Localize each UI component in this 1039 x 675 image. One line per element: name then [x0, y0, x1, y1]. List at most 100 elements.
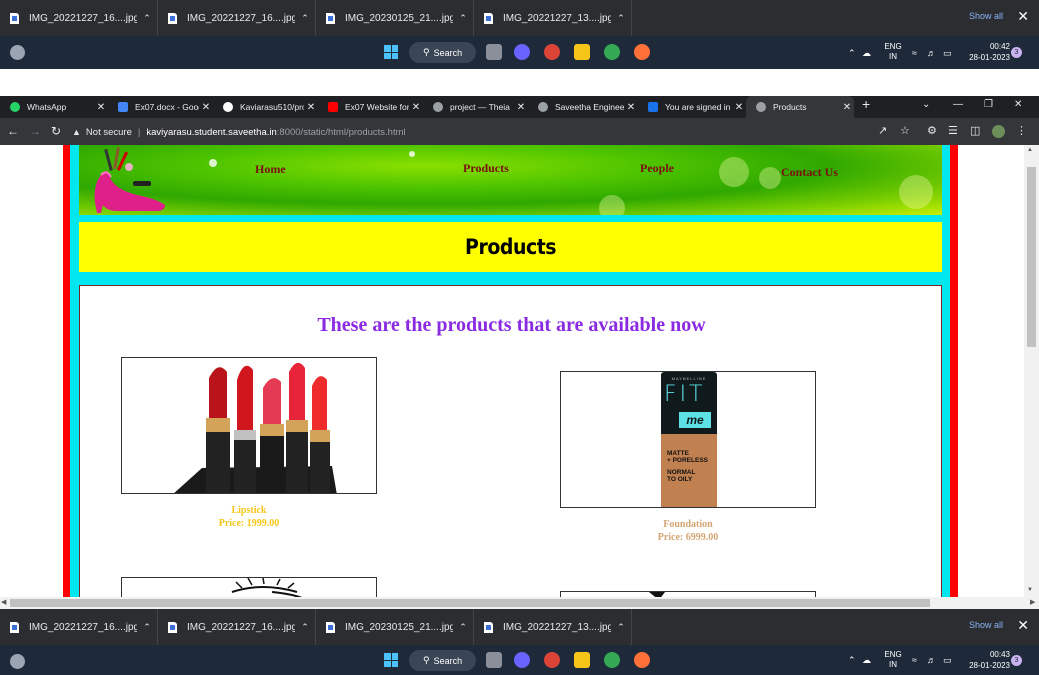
new-tab-button[interactable]: +	[862, 96, 870, 112]
show-all-button[interactable]: Show all	[969, 11, 1003, 21]
horizontal-scrollbar[interactable]: ◀ ▶	[0, 597, 1039, 609]
battery-icon[interactable]: ▭	[943, 48, 952, 59]
download-item[interactable]: IMG_20230125_21....jpg ⌃	[316, 0, 474, 36]
nav-contact-us[interactable]: Contact Us	[781, 165, 838, 180]
scroll-right-icon[interactable]: ▶	[1030, 598, 1035, 606]
tab-theia[interactable]: project — Theia ✕	[423, 96, 528, 118]
star-icon[interactable]: ☆	[900, 124, 910, 137]
chevron-down-icon[interactable]: ⌄	[922, 99, 930, 110]
back-icon[interactable]: ←	[7, 124, 19, 138]
eyelash-image[interactable]	[121, 577, 377, 597]
close-icon[interactable]: ✕	[514, 102, 528, 113]
side-panel-icon[interactable]: ◫	[970, 124, 980, 137]
tab-signed-in[interactable]: You are signed in ✕	[638, 96, 746, 118]
chevron-up-icon[interactable]: ⌃	[137, 13, 157, 24]
tab-whatsapp[interactable]: WhatsApp ✕	[0, 96, 108, 118]
warning-icon[interactable]: ▲	[72, 127, 81, 137]
close-icon[interactable]: ✕	[840, 102, 854, 113]
profile-avatar[interactable]	[992, 125, 1005, 138]
extensions-icon[interactable]: ⚙	[927, 124, 937, 137]
chrome-icon[interactable]	[604, 44, 620, 60]
windows-start-icon[interactable]	[384, 653, 398, 667]
reload-icon[interactable]: ↻	[51, 124, 61, 138]
download-item[interactable]: IMG_20221227_13....jpg ⌃	[474, 0, 632, 36]
foundation-image[interactable]: MAYBELLINE FIT me MATTE + PORELESS NORMAL…	[560, 371, 816, 508]
chrome-icon[interactable]	[544, 44, 560, 60]
download-item[interactable]: IMG_20221227_16....jpg ⌃	[0, 609, 158, 645]
chevron-up-icon[interactable]: ⌃	[295, 622, 315, 633]
horizontal-scroll-thumb[interactable]	[10, 599, 930, 607]
media-control-icon[interactable]: ☰	[948, 124, 958, 137]
nav-people[interactable]: People	[640, 161, 674, 176]
close-icon[interactable]: ✕	[732, 102, 746, 113]
firefox-icon[interactable]	[634, 44, 650, 60]
wifi-icon[interactable]: ≈	[912, 655, 917, 665]
taskbar-search[interactable]: ⚲ Search	[409, 650, 476, 671]
chevron-up-icon[interactable]: ⌃	[137, 622, 157, 633]
scroll-down-icon[interactable]: ▼	[1027, 587, 1033, 593]
download-item[interactable]: IMG_20230125_21....jpg ⌃	[316, 609, 474, 645]
battery-icon[interactable]: ▭	[943, 655, 952, 666]
chrome-icon[interactable]	[544, 652, 560, 668]
address-bar[interactable]: ▲ Not secure | kaviyarasu.student.saveet…	[72, 123, 912, 141]
not-secure-label[interactable]: Not secure	[86, 127, 132, 138]
download-item[interactable]: IMG_20221227_16....jpg ⌃	[0, 0, 158, 36]
firefox-icon[interactable]	[634, 652, 650, 668]
language-indicator[interactable]: ENG IN	[882, 650, 904, 670]
close-icon[interactable]: ✕	[199, 102, 213, 113]
chevron-up-icon[interactable]: ⌃	[453, 13, 473, 24]
minimize-button[interactable]: —	[953, 99, 963, 110]
clock[interactable]: 00:43 28-01-2023	[960, 649, 1010, 671]
notification-badge[interactable]: 3	[1011, 47, 1022, 58]
cloud-icon[interactable]: ☁	[862, 655, 871, 666]
chevron-up-icon[interactable]: ⌃	[848, 48, 856, 59]
notification-badge[interactable]: 3	[1011, 655, 1022, 666]
close-icon[interactable]: ✕	[304, 102, 318, 113]
chrome-icon[interactable]	[604, 652, 620, 668]
menu-icon[interactable]: ⋮	[1016, 124, 1027, 137]
scroll-up-icon[interactable]: ▲	[1027, 147, 1033, 153]
task-view-icon[interactable]	[486, 652, 502, 668]
url-host[interactable]: kaviyarasu.student.saveetha.in	[146, 127, 276, 138]
nav-products[interactable]: Products	[463, 161, 509, 176]
restore-button[interactable]: ❐	[984, 99, 993, 110]
url-path[interactable]: :8000/static/html/products.html	[277, 127, 406, 138]
tab-ex07-docx[interactable]: Ex07.docx - Goog ✕	[108, 96, 213, 118]
file-explorer-icon[interactable]	[574, 652, 590, 668]
chevron-up-icon[interactable]: ⌃	[848, 655, 856, 666]
weather-icon[interactable]	[10, 654, 25, 669]
vertical-scroll-thumb[interactable]	[1027, 167, 1036, 347]
scroll-left-icon[interactable]: ◀	[1, 598, 6, 606]
clock[interactable]: 00:42 28-01-2023	[960, 41, 1010, 63]
chevron-up-icon[interactable]: ⌃	[611, 622, 631, 633]
tab-youtube[interactable]: Ex07 Website for ✕	[318, 96, 423, 118]
download-item[interactable]: IMG_20221227_16....jpg ⌃	[158, 609, 316, 645]
close-icon[interactable]: ✕	[1017, 617, 1029, 634]
cloud-icon[interactable]: ☁	[862, 48, 871, 59]
download-item[interactable]: IMG_20221227_13....jpg ⌃	[474, 609, 632, 645]
tab-github[interactable]: Kaviarasu510/pro ✕	[213, 96, 318, 118]
close-icon[interactable]: ✕	[1017, 8, 1029, 25]
close-icon[interactable]: ✕	[409, 102, 423, 113]
tab-saveetha[interactable]: Saveetha Enginee ✕	[528, 96, 638, 118]
share-icon[interactable]: ↗	[878, 124, 887, 137]
taskbar-search[interactable]: ⚲ Search	[409, 42, 476, 63]
weather-icon[interactable]	[10, 45, 25, 60]
close-icon[interactable]: ✕	[94, 102, 108, 113]
teams-icon[interactable]	[514, 44, 530, 60]
windows-start-icon[interactable]	[384, 45, 398, 59]
volume-icon[interactable]: ♬	[927, 48, 936, 58]
chevron-up-icon[interactable]: ⌃	[611, 13, 631, 24]
vertical-scrollbar[interactable]: ▲ ▼	[1024, 145, 1039, 597]
teams-icon[interactable]	[514, 652, 530, 668]
close-icon[interactable]: ✕	[624, 102, 638, 113]
volume-icon[interactable]: ♬	[927, 655, 936, 665]
download-item[interactable]: IMG_20221227_16....jpg ⌃	[158, 0, 316, 36]
file-explorer-icon[interactable]	[574, 44, 590, 60]
forward-icon[interactable]: →	[29, 124, 41, 138]
task-view-icon[interactable]	[486, 44, 502, 60]
chevron-up-icon[interactable]: ⌃	[453, 622, 473, 633]
tab-products[interactable]: Products ✕	[746, 96, 854, 118]
show-all-button[interactable]: Show all	[969, 620, 1003, 630]
window-close-button[interactable]: ✕	[1014, 99, 1022, 110]
